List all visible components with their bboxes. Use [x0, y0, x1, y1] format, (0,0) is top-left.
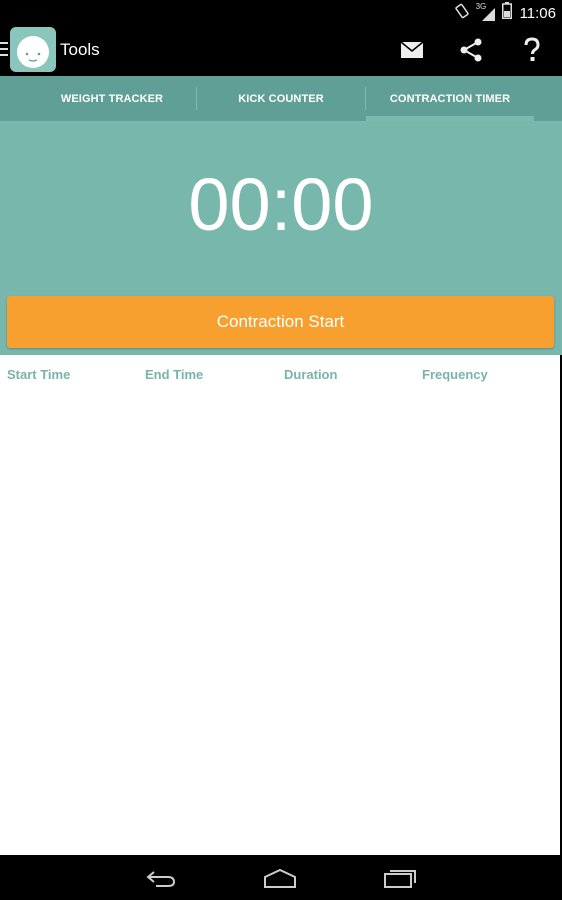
battery-icon [501, 2, 512, 24]
mail-icon[interactable] [396, 34, 428, 66]
home-icon[interactable] [260, 865, 300, 891]
column-header-frequency: Frequency [422, 367, 488, 382]
share-icon[interactable] [455, 34, 487, 66]
tab-contraction-timer[interactable]: CONTRACTION TIMER [366, 76, 534, 121]
status-bar: 3G 11:06 [0, 0, 562, 25]
column-header-duration: Duration [284, 367, 338, 382]
contraction-list: Start Time End Time Duration Frequency [0, 355, 560, 855]
column-header-end-time: End Time [145, 367, 204, 382]
app-logo-icon[interactable] [10, 27, 56, 72]
recent-apps-icon[interactable] [380, 865, 420, 891]
status-icons: 3G 11:06 [454, 2, 556, 24]
tab-weight-tracker[interactable]: WEIGHT TRACKER [28, 76, 196, 121]
column-header-start-time: Start Time [7, 367, 71, 382]
clock: 11:06 [519, 4, 556, 22]
tab-kick-counter[interactable]: KICK COUNTER [197, 76, 365, 121]
tab-bar: WEIGHT TRACKER KICK COUNTER CONTRACTION … [0, 76, 562, 121]
back-icon[interactable] [141, 865, 181, 891]
rotate-icon [454, 3, 470, 24]
help-icon[interactable] [516, 34, 548, 66]
timer-panel: 00:00 Contraction Start [0, 121, 562, 355]
page-title: Tools [60, 40, 100, 59]
contraction-start-button[interactable]: Contraction Start [7, 296, 554, 348]
action-bar: Tools [0, 25, 562, 76]
navigation-bar [0, 855, 562, 900]
drawer-icon[interactable] [0, 42, 8, 56]
timer-display: 00:00 [188, 163, 374, 246]
signal-icon: 3G [476, 2, 496, 22]
